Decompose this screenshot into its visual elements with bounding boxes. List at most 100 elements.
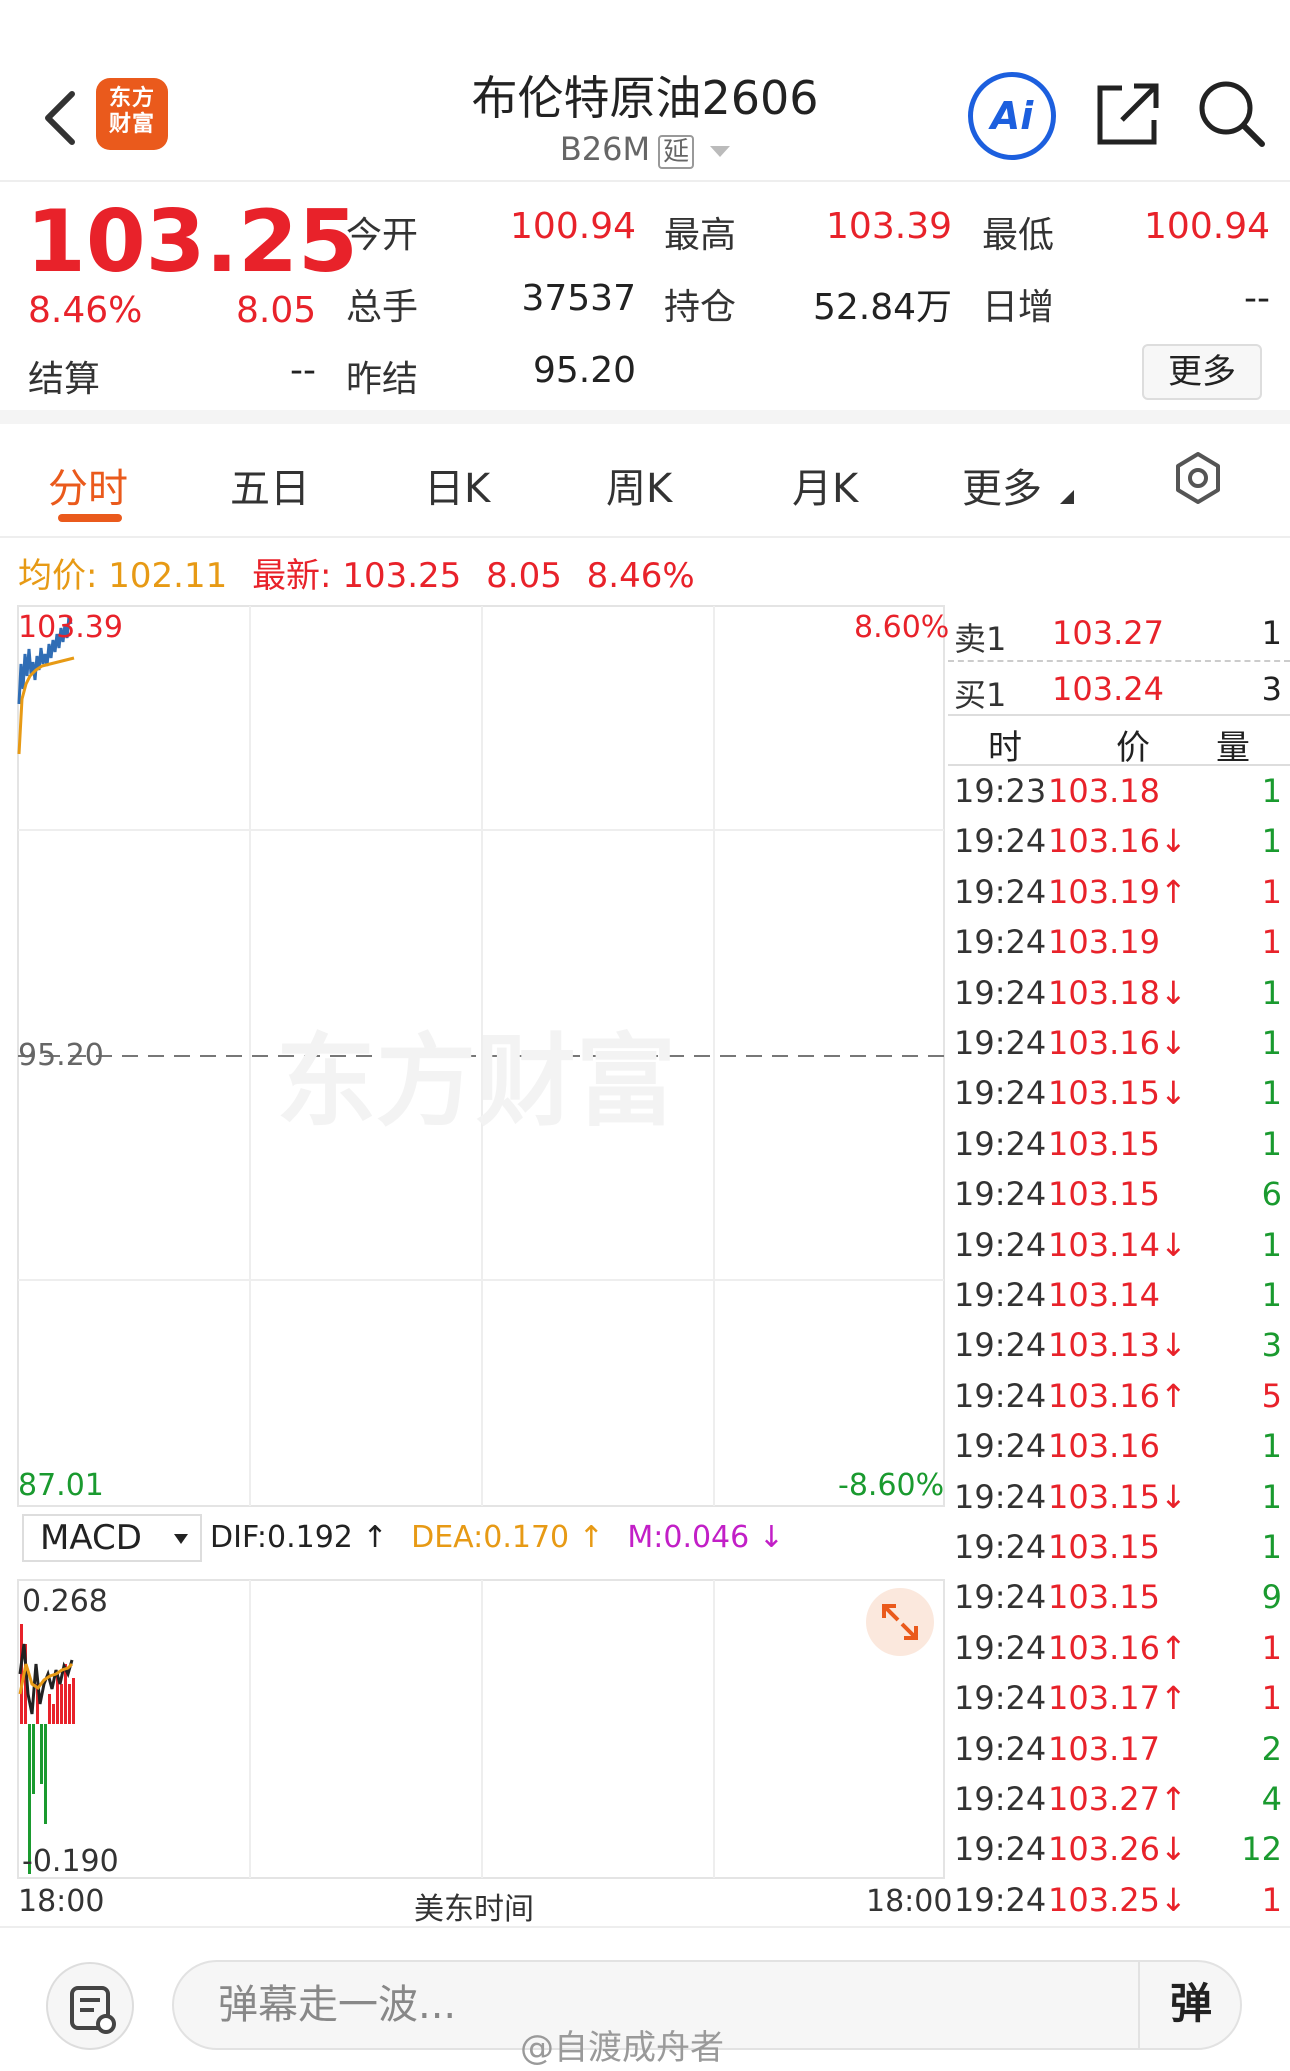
tick-time: 19:24: [954, 1880, 1047, 1919]
back-arrow-icon[interactable]: [34, 86, 88, 150]
daily-increase-label: 日增: [982, 287, 1055, 328]
high-value: 103.39: [826, 206, 952, 247]
volume-label: 总手: [346, 287, 419, 328]
macd-stats: DIF:0.192 ↑ DEA:0.170 ↑ M:0.046 ↓: [210, 1520, 784, 1555]
instrument-code: B26M: [559, 130, 651, 168]
tick-time: 19:24: [954, 1225, 1047, 1264]
macd-m: M:0.046 ↓: [627, 1520, 784, 1555]
tick-time: 19:24: [954, 1578, 1047, 1617]
tick-qty: 1: [1261, 1427, 1282, 1466]
macd-dif: DIF:0.192 ↑: [210, 1520, 388, 1555]
tab-daily-k[interactable]: 日K: [424, 456, 490, 514]
delay-tag: 延: [658, 135, 695, 169]
chart-top-price: 103.39: [18, 610, 123, 645]
low-value: 100.94: [1144, 206, 1270, 247]
tick-qty: 2: [1261, 1729, 1282, 1768]
macd-bottom-value: -0.190: [22, 1844, 119, 1879]
share-icon[interactable]: [1092, 80, 1162, 150]
tick-price: 103.15: [1048, 1578, 1160, 1617]
more-quote-button[interactable]: 更多: [1142, 344, 1262, 400]
daily-increase-value: --: [1244, 278, 1270, 319]
tick-price: 103.15: [1048, 1528, 1160, 1566]
tick-row: 19:24 103.17 2: [952, 1730, 1288, 1780]
tick-qty: 1: [1261, 1024, 1282, 1062]
tick-time: 19:24: [954, 1729, 1047, 1768]
tick-time: 19:24: [954, 1477, 1047, 1516]
tick-price: 103.16↓: [1048, 1024, 1187, 1062]
tick-price: 103.14↓: [1048, 1225, 1187, 1264]
tick-row: 19:24 103.15↓ 1: [952, 1478, 1288, 1528]
tick-row: 19:24 103.13↓ 3: [952, 1326, 1288, 1376]
tick-row: 19:24 103.18↓ 1: [952, 974, 1288, 1024]
open-label: 今开: [346, 215, 419, 256]
macd-dea: DEA:0.170 ↑: [411, 1520, 604, 1555]
tick-qty: 1: [1261, 872, 1282, 911]
ticks-header: 时 价 量: [948, 714, 1290, 768]
gear-icon[interactable]: [1172, 452, 1224, 504]
tab-more[interactable]: 更多: [962, 456, 1042, 514]
tab-intraday[interactable]: 分时: [48, 456, 128, 514]
tick-row: 19:24 103.15↓ 1: [952, 1074, 1288, 1124]
tick-row: 19:24 103.15 1: [952, 1125, 1288, 1175]
instrument-title: 布伦特原油2606: [471, 71, 819, 125]
note-button[interactable]: [46, 1962, 134, 2050]
ask-price: 103.27: [1052, 614, 1164, 652]
watermark: 东方财富: [276, 1023, 676, 1140]
chevron-down-icon: [174, 1534, 188, 1544]
latest-label: 最新:: [252, 556, 332, 596]
ask-row: 卖1 103.27 1: [948, 606, 1290, 662]
tick-price: 103.25↓: [1048, 1880, 1187, 1919]
average-price-line: 均价: 102.11 最新: 103.25 8.05 8.46%: [18, 548, 695, 597]
tick-row: 19:24 103.14 1: [952, 1276, 1288, 1326]
tick-qty: 4: [1261, 1780, 1282, 1818]
tick-row: 19:24 103.15 6: [952, 1175, 1288, 1225]
tab-weekly-k[interactable]: 周K: [606, 456, 672, 514]
tick-row: 19:24 103.16↑ 1: [952, 1629, 1288, 1679]
tick-time: 19:24: [954, 1628, 1047, 1667]
tick-qty: 1: [1261, 1225, 1282, 1264]
tick-qty: 1: [1261, 772, 1282, 810]
instrument-subtitle[interactable]: B26M 延: [520, 130, 770, 169]
tick-qty: 1: [1261, 1880, 1282, 1919]
tick-qty: 1: [1261, 1477, 1282, 1516]
tick-qty: 1: [1261, 1124, 1282, 1163]
tick-row: 19:24 103.19 1: [952, 923, 1288, 973]
tick-row: 19:23 103.18 1: [952, 772, 1288, 822]
avg-label: 均价:: [18, 556, 98, 596]
danmu-toggle-button[interactable]: 弹: [1138, 1960, 1242, 2050]
tick-qty: 1: [1261, 1276, 1282, 1314]
chevron-down-icon: [710, 145, 731, 157]
tab-five-day[interactable]: 五日: [230, 456, 310, 514]
tick-row: 19:24 103.19↑ 1: [952, 873, 1288, 923]
tab-monthly-k[interactable]: 月K: [792, 456, 858, 514]
ticks-header-price: 价: [1116, 728, 1150, 768]
high-label: 最高: [664, 215, 737, 256]
note-edit-icon: [70, 1986, 116, 2034]
x-axis-end: 18:00: [866, 1884, 953, 1919]
tick-time: 19:24: [954, 923, 1047, 962]
tick-time: 19:23: [954, 772, 1047, 810]
bid-qty: 3: [1261, 670, 1282, 708]
chart-period-tabs: 分时 五日 日K 周K 月K 更多: [0, 438, 1290, 538]
search-icon[interactable]: [1196, 78, 1266, 148]
tick-row: 19:24 103.26↓ 12: [952, 1830, 1288, 1880]
tick-time: 19:24: [954, 1074, 1047, 1113]
tick-time: 19:24: [954, 872, 1047, 911]
intraday-chart-svg: [17, 605, 945, 1879]
chart-bottom-price: 87.01: [18, 1468, 104, 1503]
app-logo: 东方 财富: [96, 78, 168, 150]
tick-qty: 1: [1261, 1528, 1282, 1566]
tick-price: 103.15: [1048, 1124, 1160, 1163]
tick-row: 19:24 103.15 9: [952, 1578, 1288, 1628]
fullscreen-button[interactable]: [866, 1588, 934, 1656]
tick-qty: 6: [1261, 1175, 1282, 1214]
tick-row: 19:24 103.16↓ 1: [952, 1024, 1288, 1074]
prev-settlement-value: 95.20: [532, 350, 636, 391]
watermark-credit: @自渡成舟者: [520, 2028, 724, 2068]
tick-row: 19:24 103.16↓ 1: [952, 822, 1288, 872]
indicator-selector[interactable]: MACD: [22, 1514, 202, 1562]
latest-change: 8.05: [486, 556, 562, 596]
ai-assistant-button[interactable]: Ai: [968, 72, 1056, 160]
volume-value: 37537: [521, 278, 636, 319]
intraday-chart-area[interactable]: 103.39 8.60% 95.20 87.01 -8.60% 东方财富 0.2…: [0, 604, 953, 1927]
